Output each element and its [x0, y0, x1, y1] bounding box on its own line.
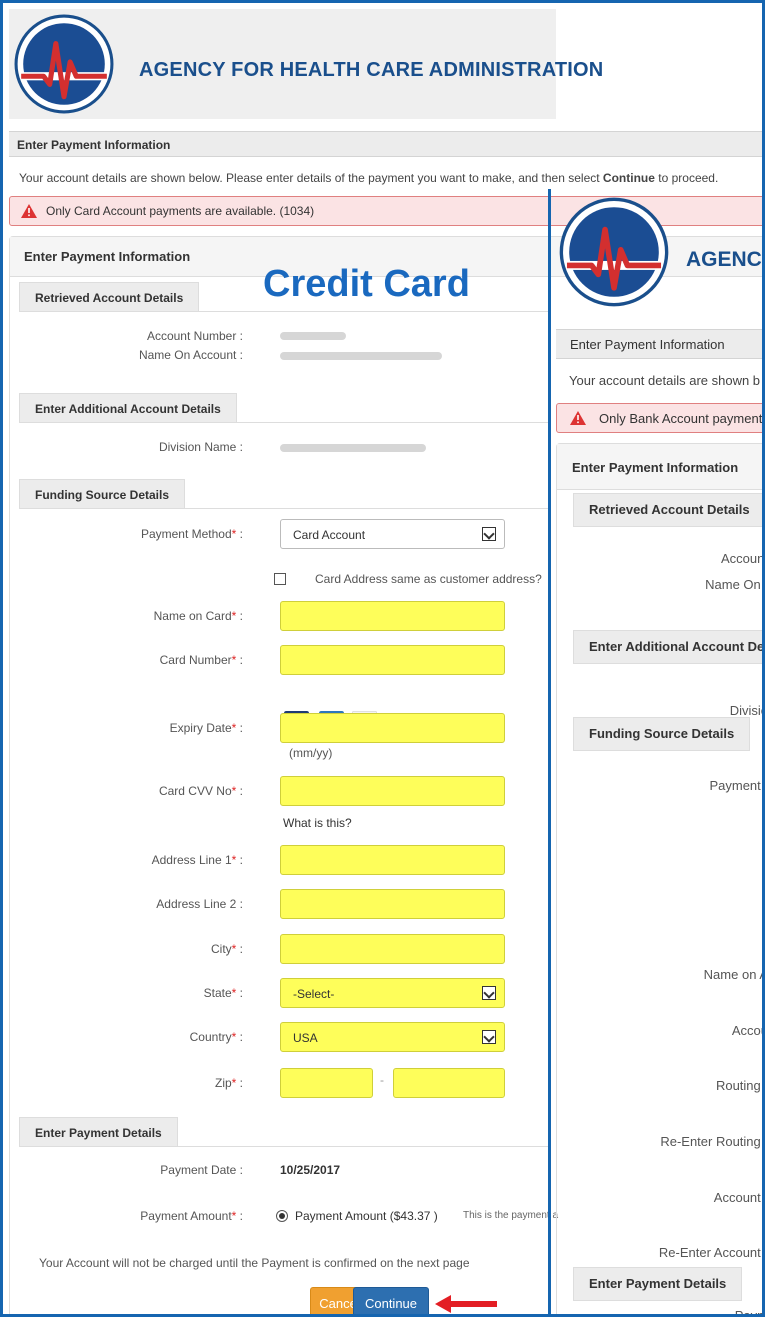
same-address-checkbox[interactable]: [274, 573, 286, 585]
city-input[interactable]: [280, 934, 505, 964]
account-number-value: [280, 332, 346, 340]
division-name-value: [280, 444, 426, 452]
site-header: AGENCY FOR HEALTH CARE ADMINISTRATION: [9, 9, 603, 119]
alert-text: Only Bank Account payments: [599, 411, 765, 426]
chevron-down-icon: [482, 1030, 496, 1044]
state-label: State* :: [203, 986, 243, 1000]
arrow-left-icon: [435, 1295, 497, 1313]
bank-only-alert: Only Bank Account payments: [556, 403, 765, 433]
expiry-date-input[interactable]: [280, 713, 505, 743]
division-name-label: Division Name :: [158, 440, 243, 454]
country-label: Country* :: [189, 1030, 243, 1044]
address-line-1-input[interactable]: [280, 845, 505, 875]
expiry-date-label: Expiry Date* :: [169, 721, 243, 735]
screenshot-divider: [548, 189, 551, 1314]
same-address-label: Card Address same as customer address?: [315, 572, 542, 586]
payment-amount-radio[interactable]: [276, 1210, 288, 1222]
tab-retrieved-account-details: Retrieved Account Details: [573, 493, 762, 527]
heartbeat-logo-icon: [559, 197, 669, 307]
card-cvv-input[interactable]: [280, 776, 505, 806]
payment-method-label: Payment Method* :: [140, 527, 243, 541]
address-line-2-label: Address Line 2 :: [156, 897, 243, 911]
payment-panel: Enter Payment Information: [556, 443, 762, 1314]
chevron-down-icon: [482, 527, 496, 541]
payment-method-select[interactable]: Card Account: [280, 519, 505, 549]
tab-funding-source-details: Funding Source Details: [19, 479, 186, 509]
state-select[interactable]: -Select-: [280, 978, 505, 1008]
charge-notice: Your Account will not be charged until t…: [39, 1256, 470, 1270]
account-number-label: Account Number :: [146, 329, 243, 343]
screenshot-frame: AGENCY FOR HEALTH CARE ADMINISTRATION En…: [0, 0, 765, 1317]
address-line-1-label: Address Line 1* :: [151, 853, 243, 867]
name-on-account-label: Name On Account :: [138, 348, 243, 362]
tab-payment-details: Enter Payment Details: [573, 1267, 743, 1301]
payment-amount-note: This is the payment a: [463, 1210, 559, 1221]
zip-extension-input[interactable]: [393, 1068, 505, 1098]
heartbeat-logo-icon: [14, 14, 114, 114]
tab-payment-details: Enter Payment Details: [19, 1117, 178, 1147]
payment-date-label: Payment Date :: [160, 1163, 243, 1177]
card-number-input[interactable]: [280, 645, 505, 675]
cvv-help-link[interactable]: What is this?: [283, 816, 352, 830]
tab-additional-account-details: Enter Additional Account Details: [19, 393, 237, 423]
name-on-card-label: Name on Card* :: [153, 609, 243, 623]
intro-text: Your account details are shown b: [569, 373, 761, 388]
payment-amount-label: Payment Amount* :: [140, 1209, 243, 1223]
agency-name: AGENCY FOR HEALTH CARE ADMINISTRATION: [139, 59, 604, 81]
panel-title: Enter Payment Information: [557, 444, 762, 490]
payment-date-value: 10/25/2017: [280, 1163, 341, 1177]
agency-name: AGENC: [686, 248, 762, 271]
card-number-label: Card Number* :: [159, 653, 243, 667]
payment-amount-option: Payment Amount ($43.37 ): [295, 1209, 438, 1223]
address-line-2-input[interactable]: [280, 889, 505, 919]
name-on-account-value: [280, 352, 442, 360]
chevron-down-icon: [482, 986, 496, 1000]
tab-underline: [19, 311, 550, 312]
card-cvv-label: Card CVV No* :: [158, 784, 243, 798]
zip-separator: -: [380, 1073, 384, 1087]
expiry-format-hint: (mm/yy): [289, 746, 333, 760]
credit-card-overlay-label: Credit Card: [263, 263, 470, 305]
country-select[interactable]: USA: [280, 1022, 505, 1052]
city-label: City* :: [210, 942, 243, 956]
alert-text: Only Card Account payments are available…: [46, 204, 315, 218]
bank-screenshot-crop: AGENC Enter Payment Information Your acc…: [556, 3, 765, 1314]
tab-underline: [19, 508, 550, 509]
zip-input[interactable]: [280, 1068, 373, 1098]
tab-underline: [19, 422, 550, 423]
warning-icon: [21, 204, 37, 218]
zip-label: Zip* :: [214, 1076, 243, 1090]
tab-underline: [19, 1146, 550, 1147]
warning-icon: [570, 411, 586, 425]
name-on-card-input[interactable]: [280, 601, 505, 631]
tab-funding-source-details: Funding Source Details: [573, 717, 751, 751]
continue-button[interactable]: Continue: [353, 1287, 429, 1314]
section-title-bar: Enter Payment Information: [556, 329, 762, 359]
tab-additional-account-details: Enter Additional Account Det: [573, 630, 762, 664]
tab-retrieved-account-details: Retrieved Account Details: [19, 282, 200, 312]
